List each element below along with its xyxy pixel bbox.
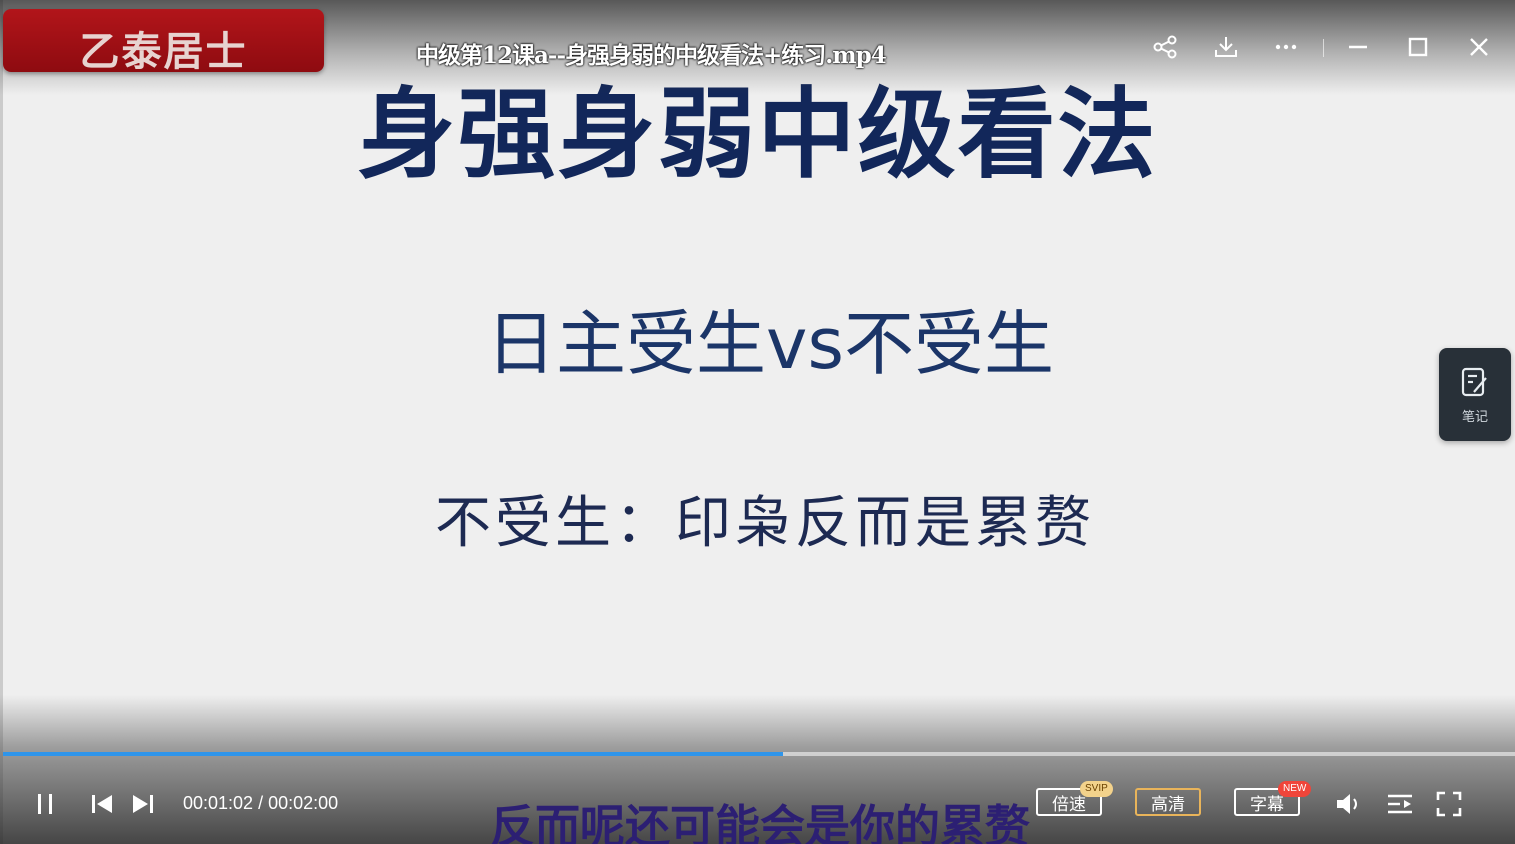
more-icon xyxy=(1275,44,1297,50)
playback-time: 00:01:02 / 00:02:00 xyxy=(183,793,338,814)
pause-button[interactable] xyxy=(30,789,60,819)
share-button[interactable] xyxy=(1148,30,1182,64)
brand-logo: 乙泰居士 xyxy=(3,9,324,75)
quality-label: 高清 xyxy=(1151,794,1185,815)
svip-badge: SVIP xyxy=(1080,781,1113,797)
current-time: 00:01:02 xyxy=(183,793,254,813)
progress-bar[interactable] xyxy=(3,752,1515,756)
slide-text-line: 不受生：印枭反而是累赘 xyxy=(435,491,1095,556)
maximize-button[interactable] xyxy=(1401,30,1435,64)
note-edit-icon xyxy=(1461,367,1487,397)
minimize-icon xyxy=(1349,45,1367,49)
playlist-icon xyxy=(1388,794,1412,814)
video-file-title: 中级第12课a--身强身弱的中级看法+练习.mp4 xyxy=(416,42,887,69)
notes-label: 笔记 xyxy=(1461,410,1488,425)
more-button[interactable] xyxy=(1269,30,1303,64)
progress-fill xyxy=(3,752,784,756)
skip-next-icon xyxy=(133,795,153,813)
fullscreen-button[interactable] xyxy=(1432,787,1466,821)
minimize-button[interactable] xyxy=(1341,30,1375,64)
brand-name: 乙泰居士 xyxy=(79,29,248,75)
volume-icon xyxy=(1337,794,1357,814)
share-icon xyxy=(1153,35,1177,59)
skip-previous-icon xyxy=(92,795,112,813)
volume-button[interactable] xyxy=(1332,787,1366,821)
slide-subtitle: 日主受生vs不受生 xyxy=(486,303,1054,385)
pause-icon xyxy=(38,794,52,814)
quality-button[interactable]: 高清 xyxy=(1135,788,1201,816)
title-bar-divider xyxy=(1323,39,1324,57)
maximize-icon xyxy=(1408,37,1428,57)
notes-button[interactable]: 笔记 xyxy=(1439,348,1511,441)
video-player[interactable]: 身强身弱中级看法 日主受生vs不受生 不受生：印枭反而是累赘 乙泰居士 中级第1… xyxy=(0,0,1515,844)
total-time: 00:02:00 xyxy=(268,793,339,813)
playlist-button[interactable] xyxy=(1383,787,1417,821)
close-button[interactable] xyxy=(1462,30,1496,64)
download-icon xyxy=(1215,37,1237,57)
fullscreen-icon xyxy=(1436,791,1462,817)
next-button[interactable] xyxy=(128,789,158,819)
download-button[interactable] xyxy=(1209,30,1243,64)
previous-button[interactable] xyxy=(87,789,117,819)
new-badge: NEW xyxy=(1278,781,1312,797)
time-separator: / xyxy=(258,793,264,813)
close-icon xyxy=(1470,38,1488,56)
